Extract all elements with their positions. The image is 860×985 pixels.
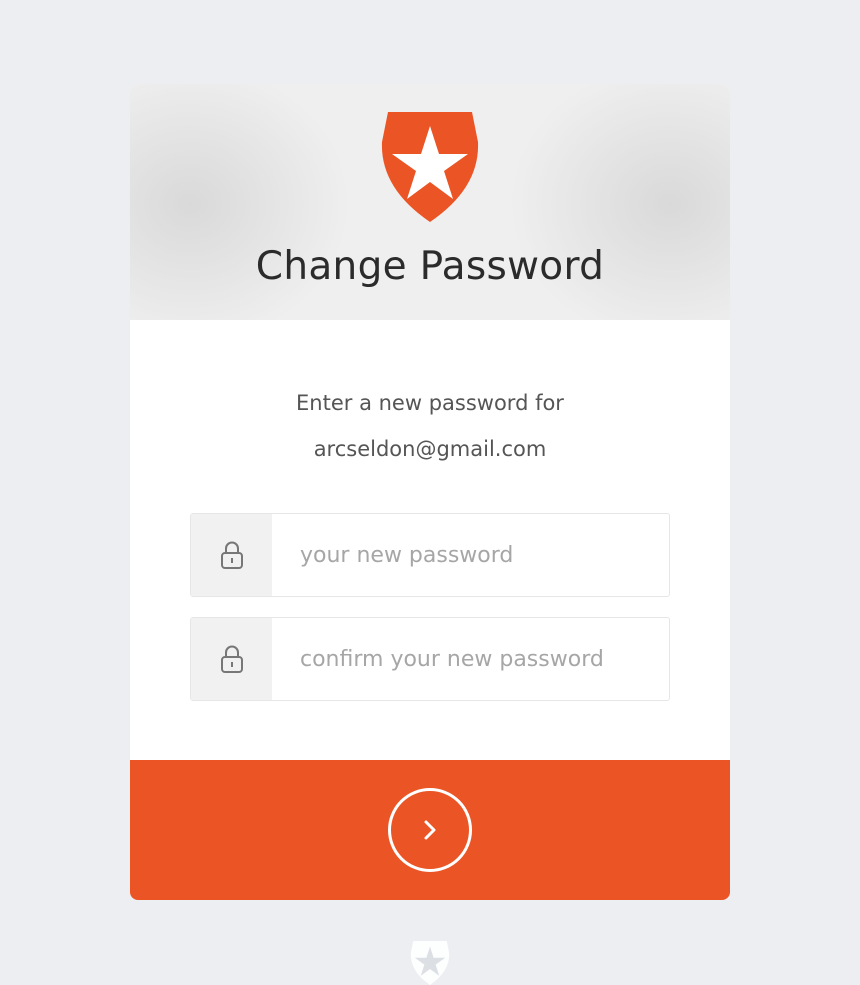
auth0-logo-icon (381, 112, 479, 222)
footer-logo-icon (410, 941, 450, 985)
new-password-field (190, 513, 670, 597)
instruction-line: Enter a new password for (296, 391, 564, 415)
page-title: Change Password (255, 244, 605, 289)
submit-circle[interactable] (388, 788, 472, 872)
submit-button[interactable] (130, 760, 730, 900)
chevron-right-icon (424, 820, 436, 840)
confirm-password-input[interactable] (273, 618, 667, 700)
new-password-input[interactable] (273, 514, 667, 596)
change-password-card: Change Password Enter a new password for… (130, 84, 730, 900)
confirm-password-field (190, 617, 670, 701)
lock-icon (191, 618, 272, 700)
lock-icon (191, 514, 272, 596)
instruction-text: Enter a new password for arcseldon@gmail… (130, 380, 730, 472)
account-email: arcseldon@gmail.com (313, 437, 547, 461)
card-header: Change Password (130, 84, 730, 320)
